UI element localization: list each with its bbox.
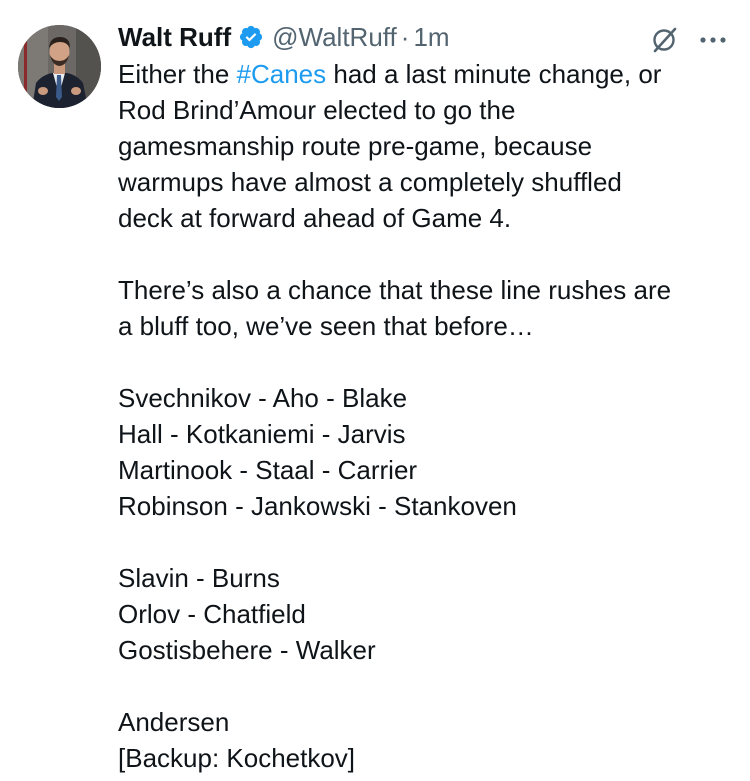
text-line: Rod Brind’Amour elected to go the — [118, 95, 516, 125]
grok-button[interactable] — [646, 22, 682, 58]
text-segment: had a last minute change, or — [326, 59, 662, 89]
forward-line: Svechnikov - Aho - Blake — [118, 383, 408, 413]
forward-line: Martinook - Staal - Carrier — [118, 455, 418, 485]
goalie-line: Andersen — [118, 707, 230, 737]
tweet-text: Either the #Canes had a last minute chan… — [118, 56, 738, 776]
text-line: There’s also a chance that these line ru… — [118, 275, 672, 305]
tweet-timestamp[interactable]: 1m — [413, 18, 449, 56]
more-options-icon — [700, 37, 726, 43]
separator-dot: · — [400, 22, 410, 52]
goalie-line: [Backup: Kochetkov] — [118, 743, 356, 773]
text-line: gamesmanship route pre-game, because — [118, 131, 593, 161]
defense-pair: Orlov - Chatfield — [118, 599, 306, 629]
author-avatar[interactable] — [18, 25, 101, 108]
author-handle[interactable]: @WaltRuff — [272, 18, 397, 56]
tweet-header: Walt Ruff @WaltRuff · 1m — [118, 18, 450, 56]
text-line: warmups have almost a completely shuffle… — [118, 167, 622, 197]
text-line: Either the #Canes had a last minute chan… — [118, 56, 738, 92]
forward-line: Hall - Kotkaniemi - Jarvis — [118, 419, 406, 449]
author-name[interactable]: Walt Ruff — [118, 18, 231, 56]
defense-pair: Gostisbehere - Walker — [118, 635, 376, 665]
defense-pair: Slavin - Burns — [118, 563, 280, 593]
hashtag-link[interactable]: #Canes — [237, 59, 327, 89]
forward-line: Robinson - Jankowski - Stankoven — [118, 491, 517, 521]
text-segment: Either the — [118, 59, 237, 89]
text-line: a bluff too, we’ve seen that before… — [118, 311, 534, 341]
more-options-button[interactable] — [693, 22, 733, 58]
verified-badge-icon — [238, 24, 264, 50]
grok-icon — [653, 27, 677, 53]
profile-photo — [18, 25, 101, 108]
text-line: deck at forward ahead of Game 4. — [118, 203, 512, 233]
tweet[interactable]: Walt Ruff @WaltRuff · 1m Either the #Can… — [0, 0, 750, 781]
